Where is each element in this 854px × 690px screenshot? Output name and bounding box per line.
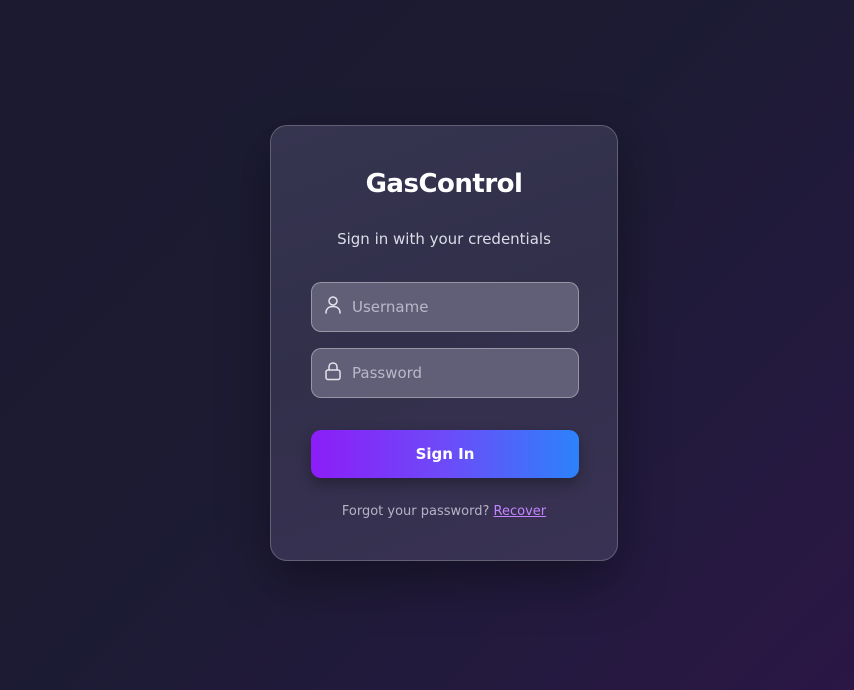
forgot-password-text: Forgot your password? — [341, 504, 490, 519]
sign-in-button[interactable]: Sign In — [311, 430, 579, 478]
username-field[interactable] — [311, 282, 579, 332]
login-subtitle: Sign in with your credentials — [337, 230, 551, 248]
recover-link[interactable]: Recover — [494, 504, 547, 519]
user-icon — [325, 296, 341, 314]
username-input[interactable] — [352, 283, 572, 331]
login-card: GasControl Sign in with your credentials… — [270, 125, 618, 561]
password-field[interactable] — [311, 348, 579, 398]
password-input[interactable] — [352, 349, 572, 397]
app-title: GasControl — [365, 169, 523, 199]
lock-icon — [325, 362, 341, 381]
forgot-password-row: Forgot your password? Recover — [271, 504, 617, 519]
